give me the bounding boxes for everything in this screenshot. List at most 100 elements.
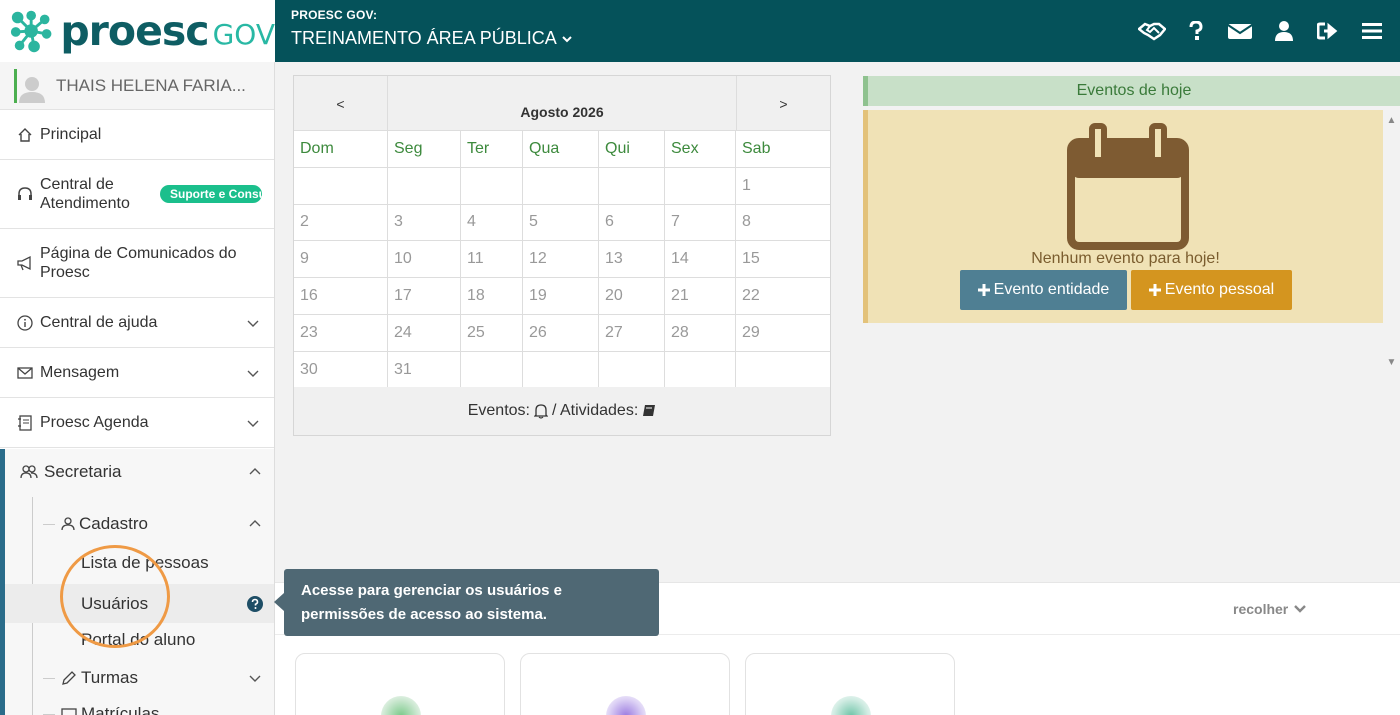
calendar-day[interactable]: 10 <box>388 241 461 278</box>
sidebar-item-principal[interactable]: Principal <box>0 110 274 160</box>
logo[interactable]: proesc GOV <box>0 0 275 62</box>
calendar-day[interactable]: 27 <box>599 314 665 351</box>
calendar-day[interactable]: 7 <box>665 204 736 241</box>
calendar-day[interactable]: 30 <box>294 351 388 389</box>
sidebar-item-label: Mensagem <box>40 364 120 381</box>
calendar-day[interactable]: 26 <box>523 314 599 351</box>
calendar: < Agosto 2026 > Dom Seg Ter Qua Qui Sex … <box>293 75 831 436</box>
calendar-day[interactable]: 28 <box>665 314 736 351</box>
sidebar-item-comunicados[interactable]: Página de Comunicados do Proesc <box>0 229 274 298</box>
sidebar-item-turmas[interactable]: Turmas <box>43 668 262 688</box>
calendar-next-button[interactable]: > <box>736 76 830 131</box>
sidebar-item-central-ajuda[interactable]: Central de ajuda <box>0 298 274 348</box>
weekday: Ter <box>461 131 523 167</box>
org-label: PROESC GOV: <box>291 8 378 22</box>
collapse-toggle[interactable]: recolher <box>1233 601 1307 617</box>
calendar-day[interactable]: 12 <box>523 241 599 278</box>
calendar-day[interactable]: 16 <box>294 278 388 314</box>
calendar-day[interactable]: 17 <box>388 278 461 314</box>
sidebar-user[interactable]: THAIS HELENA FARIA... <box>0 62 274 110</box>
week-row: 23 24 25 26 27 28 29 <box>294 314 830 352</box>
card-icon <box>606 696 646 715</box>
users-icon <box>20 465 38 479</box>
user-icon[interactable] <box>1262 11 1306 51</box>
logout-icon[interactable] <box>1306 11 1350 51</box>
user-avatar-icon <box>18 76 45 103</box>
calendar-day[interactable]: 19 <box>523 278 599 314</box>
question-circle-icon[interactable] <box>247 595 263 612</box>
calendar-day[interactable]: 22 <box>736 278 830 314</box>
add-personal-event-button[interactable]: Evento pessoal <box>1131 270 1292 310</box>
shortcut-card[interactable] <box>295 653 505 715</box>
chevron-down-icon <box>249 675 261 682</box>
sidebar-item-cadastro[interactable]: Cadastro <box>43 514 262 534</box>
calendar-day[interactable]: 13 <box>599 241 665 278</box>
calendar-header: < Agosto 2026 > <box>294 76 830 131</box>
envelope-icon[interactable] <box>1218 11 1262 51</box>
calendar-day[interactable]: 3 <box>388 204 461 241</box>
week-row: 9 10 11 12 13 14 15 <box>294 241 830 279</box>
calendar-day[interactable]: 6 <box>599 204 665 241</box>
envelope-icon <box>16 364 34 382</box>
calendar-day[interactable]: 20 <box>599 278 665 314</box>
legend-events-label: Eventos: <box>467 402 530 419</box>
calendar-day <box>665 351 736 389</box>
button-label: Evento entidade <box>993 281 1110 298</box>
handshake-icon[interactable] <box>1130 11 1174 51</box>
user-name: THAIS HELENA FARIA... <box>56 75 246 95</box>
add-entity-event-button[interactable]: Evento entidade <box>960 270 1127 310</box>
scroll-up-arrow[interactable]: ▲ <box>1383 112 1400 128</box>
calendar-prev-button[interactable]: < <box>294 76 388 131</box>
sidebar-item-label: Principal <box>40 126 102 143</box>
sidebar-item-mensagem[interactable]: Mensagem <box>0 348 274 398</box>
calendar-day[interactable]: 2 <box>294 204 388 241</box>
calendar-day[interactable]: 21 <box>665 278 736 314</box>
calendar-day <box>599 167 665 204</box>
calendar-day[interactable]: 15 <box>736 241 830 277</box>
calendar-day[interactable]: 9 <box>294 241 388 278</box>
chevron-down-icon <box>1294 605 1307 613</box>
shortcut-card[interactable] <box>745 653 955 715</box>
matriculas-label: Matrículas <box>81 704 160 715</box>
events-today-panel: Nenhum evento para hoje! Evento entidade… <box>863 110 1383 323</box>
calendar-day[interactable]: 18 <box>461 278 523 314</box>
bell-icon <box>533 404 548 419</box>
legend-activities-label: / Atividades: <box>551 402 639 419</box>
org-name[interactable]: TREINAMENTO ÁREA PÚBLICA <box>291 28 573 49</box>
hamburger-icon[interactable] <box>1350 11 1394 51</box>
card-icon <box>831 696 871 715</box>
organization-selector[interactable]: PROESC GOV: TREINAMENTO ÁREA PÚBLICA <box>291 8 573 49</box>
calendar-day <box>461 167 523 204</box>
info-icon <box>16 314 34 332</box>
calendar-day[interactable]: 14 <box>665 241 736 278</box>
calendar-day[interactable]: 4 <box>461 204 523 241</box>
calendar-day[interactable]: 5 <box>523 204 599 241</box>
chevron-up-icon <box>249 520 261 527</box>
sidebar-item-secretaria[interactable]: Secretaria <box>20 462 262 482</box>
week-row: 2345678 <box>294 204 830 242</box>
calendar-day <box>523 351 599 389</box>
week-row: 30 31 <box>294 351 830 389</box>
help-icon[interactable] <box>1174 11 1218 51</box>
collapse-label: recolher <box>1233 601 1289 617</box>
calendar-day[interactable]: 8 <box>736 205 830 241</box>
calendar-day[interactable]: 1 <box>736 168 830 204</box>
chevron-down-icon <box>562 35 572 42</box>
calendar-day[interactable]: 11 <box>461 241 523 278</box>
turmas-label: Turmas <box>81 668 138 687</box>
sidebar-item-matriculas[interactable]: Matrículas <box>43 704 159 715</box>
support-badge[interactable]: Suporte e Consultoria <box>160 185 262 203</box>
calendar-day <box>388 167 461 204</box>
calendar-day[interactable]: 24 <box>388 314 461 351</box>
calendar-day[interactable]: 25 <box>461 314 523 351</box>
sidebar-item-agenda[interactable]: Proesc Agenda <box>0 398 274 448</box>
calendar-day[interactable]: 31 <box>388 351 461 389</box>
logo-mark-icon <box>10 10 52 53</box>
calendar-day[interactable]: 23 <box>294 314 388 351</box>
scroll-down-arrow[interactable]: ▼ <box>1383 354 1400 370</box>
shortcut-card[interactable] <box>520 653 730 715</box>
sidebar-item-central-atendimento[interactable]: Central de Atendimento Suporte e Consult… <box>0 160 274 229</box>
calendar-day[interactable]: 29 <box>736 315 830 351</box>
week-row: 1 <box>294 167 830 205</box>
weekday: Qua <box>523 131 599 167</box>
